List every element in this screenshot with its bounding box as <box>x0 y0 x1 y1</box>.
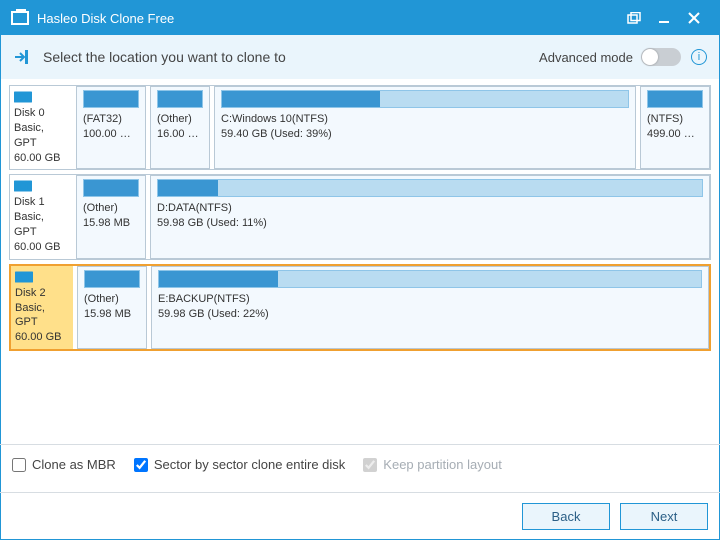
clone-as-mbr-checkbox[interactable]: Clone as MBR <box>12 457 116 472</box>
partition-size: 100.00 MB ... <box>83 127 139 142</box>
disk-name: Disk 0 <box>14 106 68 121</box>
disk-type: Basic, GPT <box>15 301 69 331</box>
back-button[interactable]: Back <box>522 503 610 530</box>
footer: Back Next <box>0 492 720 540</box>
instruction-text: Select the location you want to clone to <box>43 49 286 65</box>
disk-row-0[interactable]: Disk 0Basic, GPT60.00 GB(FAT32)100.00 MB… <box>9 85 711 170</box>
next-button[interactable]: Next <box>620 503 708 530</box>
title-bar: Hasleo Disk Clone Free <box>1 1 719 35</box>
partition[interactable]: C:Windows 10(NTFS)59.40 GB (Used: 39%) <box>214 86 636 169</box>
app-title: Hasleo Disk Clone Free <box>37 11 174 26</box>
partition[interactable]: (FAT32)100.00 MB ... <box>76 86 146 169</box>
advanced-mode-toggle[interactable] <box>641 48 681 66</box>
partition-size: 16.00 MB <box>157 127 203 142</box>
usage-bar <box>83 179 139 197</box>
partition-label: (Other) <box>83 201 139 216</box>
partition-label: D:DATA(NTFS) <box>157 201 703 216</box>
usage-bar <box>647 90 703 108</box>
disk-type: Basic, GPT <box>14 121 68 151</box>
usage-bar <box>83 90 139 108</box>
usage-bar <box>221 90 629 108</box>
disk-icon <box>14 179 32 193</box>
partition-label: (FAT32) <box>83 112 139 127</box>
disk-list: Disk 0Basic, GPT60.00 GB(FAT32)100.00 MB… <box>1 79 719 361</box>
advanced-mode-label: Advanced mode <box>539 50 633 65</box>
partition-size: 59.40 GB (Used: 39%) <box>221 127 629 142</box>
instruction-bar: Select the location you want to clone to… <box>1 35 719 79</box>
disk-row-2[interactable]: Disk 2Basic, GPT60.00 GB(Other)15.98 MBE… <box>9 264 711 351</box>
app-icon <box>11 11 29 25</box>
partition[interactable]: (Other)15.98 MB <box>76 175 146 258</box>
partition[interactable]: E:BACKUP(NTFS)59.98 GB (Used: 22%) <box>151 266 709 349</box>
disk-header: Disk 2Basic, GPT60.00 GB <box>11 266 73 349</box>
partition-label: (Other) <box>84 292 140 307</box>
partition[interactable]: (NTFS)499.00 MB ... <box>640 86 710 169</box>
info-icon[interactable]: i <box>691 49 707 65</box>
usage-bar <box>158 270 702 288</box>
partition-size: 15.98 MB <box>84 307 140 322</box>
partition[interactable]: (Other)16.00 MB <box>150 86 210 169</box>
arrow-target-icon <box>13 47 33 67</box>
clone-as-mbr-label: Clone as MBR <box>32 457 116 472</box>
partition-label: (Other) <box>157 112 203 127</box>
usage-bar <box>157 179 703 197</box>
disk-name: Disk 1 <box>14 195 68 210</box>
partition-size: 59.98 GB (Used: 11%) <box>157 216 703 231</box>
partition-size: 59.98 GB (Used: 22%) <box>158 307 702 322</box>
keep-partition-layout-checkbox: Keep partition layout <box>363 457 502 472</box>
disk-icon <box>15 270 33 284</box>
partition[interactable]: D:DATA(NTFS)59.98 GB (Used: 11%) <box>150 175 710 258</box>
partition-label: (NTFS) <box>647 112 703 127</box>
minimize-button[interactable] <box>649 1 679 35</box>
disk-row-1[interactable]: Disk 1Basic, GPT60.00 GB(Other)15.98 MBD… <box>9 174 711 259</box>
disk-size: 60.00 GB <box>14 240 68 255</box>
restore-down-button[interactable] <box>619 1 649 35</box>
sector-by-sector-checkbox[interactable]: Sector by sector clone entire disk <box>134 457 345 472</box>
usage-bar <box>84 270 140 288</box>
sector-by-sector-label: Sector by sector clone entire disk <box>154 457 345 472</box>
disk-header: Disk 0Basic, GPT60.00 GB <box>10 86 72 169</box>
disk-icon <box>14 90 32 104</box>
partition[interactable]: (Other)15.98 MB <box>77 266 147 349</box>
options-bar: Clone as MBR Sector by sector clone enti… <box>0 444 720 484</box>
disk-type: Basic, GPT <box>14 210 68 240</box>
partition-label: E:BACKUP(NTFS) <box>158 292 702 307</box>
close-button[interactable] <box>679 1 709 35</box>
disk-header: Disk 1Basic, GPT60.00 GB <box>10 175 72 258</box>
partition-label: C:Windows 10(NTFS) <box>221 112 629 127</box>
keep-partition-layout-label: Keep partition layout <box>383 457 502 472</box>
disk-size: 60.00 GB <box>15 330 69 345</box>
partition-size: 15.98 MB <box>83 216 139 231</box>
usage-bar <box>157 90 203 108</box>
disk-name: Disk 2 <box>15 286 69 301</box>
disk-size: 60.00 GB <box>14 151 68 166</box>
partition-size: 499.00 MB ... <box>647 127 703 142</box>
